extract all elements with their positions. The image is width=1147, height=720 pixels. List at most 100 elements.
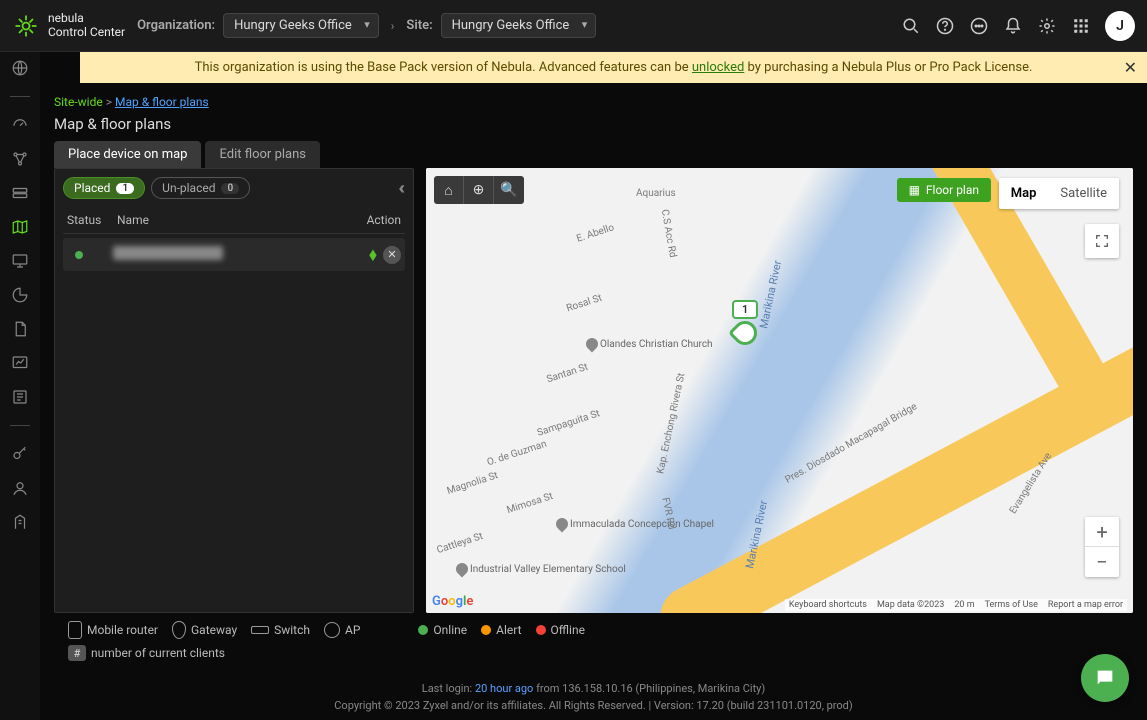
nav-report-icon[interactable] xyxy=(10,319,30,339)
device-name-redacted xyxy=(113,246,223,260)
breadcrumb: Site-wide > Map & floor plans xyxy=(54,95,1133,109)
attr-shortcuts[interactable]: Keyboard shortcuts xyxy=(789,600,867,610)
search-icon[interactable] xyxy=(901,16,921,36)
map-label-river: Marikina River xyxy=(757,259,784,330)
status-online-icon xyxy=(418,625,428,635)
map-home-icon[interactable]: ⌂ xyxy=(434,176,464,204)
unplaced-count-badge: 0 xyxy=(221,183,239,194)
banner-text-post: by purchasing a Nebula Plus or Pro Pack … xyxy=(744,60,1032,75)
nav-key-icon[interactable] xyxy=(10,444,30,464)
site-label: Site: xyxy=(406,18,432,33)
org-site-selector: Organization: Hungry Geeks Office › Site… xyxy=(137,13,596,38)
nav-chart-icon[interactable] xyxy=(10,353,30,373)
legend: Mobile router Gateway Switch AP Online A… xyxy=(54,613,1133,675)
attr-scale: 20 m xyxy=(954,600,974,610)
brand-logo-icon xyxy=(12,12,40,40)
map-attribution: Keyboard shortcuts Map data ©2023 20 m T… xyxy=(785,599,1127,611)
status-dot-online xyxy=(75,251,83,259)
org-label: Organization: xyxy=(137,18,215,33)
help-icon[interactable] xyxy=(935,16,955,36)
last-login-time: 20 hour ago xyxy=(475,682,533,695)
col-status: Status xyxy=(67,213,117,227)
brand: nebula Control Center xyxy=(12,12,125,40)
mobile-router-icon xyxy=(68,621,82,639)
nav-switch-icon[interactable] xyxy=(10,183,30,203)
footer: Last login: 20 hour ago from 136.158.10.… xyxy=(40,675,1147,720)
col-name: Name xyxy=(117,213,341,227)
device-table-header: Status Name Action xyxy=(63,207,405,234)
attr-terms[interactable]: Terms of Use xyxy=(985,600,1038,610)
map-target-icon[interactable]: ⊕ xyxy=(464,176,494,204)
map-type-map[interactable]: Map xyxy=(999,178,1049,209)
tab-place-device[interactable]: Place device on map xyxy=(54,141,201,168)
device-row[interactable]: ⬧ ✕ xyxy=(63,238,405,271)
site-dropdown[interactable]: Hungry Geeks Office xyxy=(441,13,597,38)
license-banner: This organization is using the Base Pack… xyxy=(80,52,1147,83)
brand-name: nebula xyxy=(48,12,125,25)
pin-icon[interactable]: ⬧ xyxy=(369,244,377,265)
floorplan-button[interactable]: ▦ Floor plan xyxy=(897,178,991,202)
page-title: Map & floor plans xyxy=(54,115,1133,133)
apps-grid-icon[interactable] xyxy=(1071,16,1091,36)
filter-placed[interactable]: Placed 1 xyxy=(63,177,145,199)
banner-unlock-link[interactable]: unlocked xyxy=(692,60,744,75)
chat-fab[interactable] xyxy=(1081,654,1129,702)
topbar: nebula Control Center Organization: Hung… xyxy=(0,0,1147,52)
org-dropdown[interactable]: Hungry Geeks Office xyxy=(223,13,379,38)
nav-user-icon[interactable] xyxy=(10,478,30,498)
marker-count-badge: 1 xyxy=(732,300,758,319)
zoom-out-icon[interactable]: − xyxy=(1085,547,1119,577)
status-alert-icon xyxy=(481,625,491,635)
col-action: Action xyxy=(341,213,401,227)
copyright: Copyright © 2023 Zyxel and/or its affili… xyxy=(40,698,1147,715)
zoom-control: + − xyxy=(1085,517,1119,577)
nav-log-icon[interactable] xyxy=(10,387,30,407)
more-icon[interactable] xyxy=(969,16,989,36)
attr-report[interactable]: Report a map error xyxy=(1048,600,1123,610)
fullscreen-icon[interactable] xyxy=(1085,224,1119,258)
chevron-right-icon: › xyxy=(387,19,399,33)
bell-icon[interactable] xyxy=(1003,16,1023,36)
status-offline-icon xyxy=(536,625,546,635)
filter-unplaced[interactable]: Un-placed 0 xyxy=(151,177,250,199)
gateway-icon xyxy=(172,621,186,639)
nav-pie-icon[interactable] xyxy=(10,285,30,305)
map-search-icon[interactable]: 🔍 xyxy=(494,176,524,204)
nav-dashboard-icon[interactable] xyxy=(10,115,30,135)
nav-topology-icon[interactable] xyxy=(10,149,30,169)
device-list-panel: Placed 1 Un-placed 0 ‹‹ Status Name Acti… xyxy=(54,168,414,613)
floorplan-icon: ▦ xyxy=(909,183,920,197)
collapse-panel-icon[interactable]: ‹‹ xyxy=(394,178,405,199)
zoom-in-icon[interactable]: + xyxy=(1085,517,1119,547)
avatar[interactable]: J xyxy=(1105,11,1135,41)
nav-map-icon[interactable] xyxy=(10,217,30,237)
nav-monitor-icon[interactable] xyxy=(10,251,30,271)
nav-building-icon[interactable] xyxy=(10,512,30,532)
switch-icon xyxy=(251,626,269,634)
tabs: Place device on map Edit floor plans xyxy=(54,141,1133,168)
google-logo: Google xyxy=(432,594,473,609)
gear-icon[interactable] xyxy=(1037,16,1057,36)
device-marker[interactable]: 1 xyxy=(732,300,758,345)
map-poi-chapel: Immaculada Concepcion Chapel xyxy=(556,518,714,530)
map-poi-school: Industrial Valley Elementary School xyxy=(456,563,626,575)
map-type-toggle: Map Satellite xyxy=(999,178,1119,209)
brand-sub: Control Center xyxy=(48,26,125,39)
map-panel[interactable]: Marikina River Marikina River Pres. Dios… xyxy=(426,168,1133,613)
client-count-icon: # xyxy=(68,645,86,661)
attr-data: Map data ©2023 xyxy=(877,600,944,610)
ap-icon xyxy=(324,622,340,638)
banner-text-pre: This organization is using the Base Pack… xyxy=(195,60,692,75)
banner-close-icon[interactable]: ✕ xyxy=(1124,58,1137,77)
map-poi-church: Olandes Christian Church xyxy=(586,338,713,350)
remove-icon[interactable]: ✕ xyxy=(383,246,401,264)
sidenav xyxy=(0,52,40,720)
nav-globe-icon[interactable] xyxy=(10,58,30,78)
map-canvas[interactable]: Marikina River Marikina River Pres. Dios… xyxy=(426,168,1133,613)
crumb-leaf[interactable]: Map & floor plans xyxy=(115,95,209,109)
tab-edit-floorplans[interactable]: Edit floor plans xyxy=(205,141,320,168)
crumb-root[interactable]: Site-wide xyxy=(54,95,103,109)
marker-pin-icon xyxy=(728,316,762,350)
map-type-satellite[interactable]: Satellite xyxy=(1048,178,1119,209)
map-toolbar: ⌂ ⊕ 🔍 xyxy=(434,176,524,204)
